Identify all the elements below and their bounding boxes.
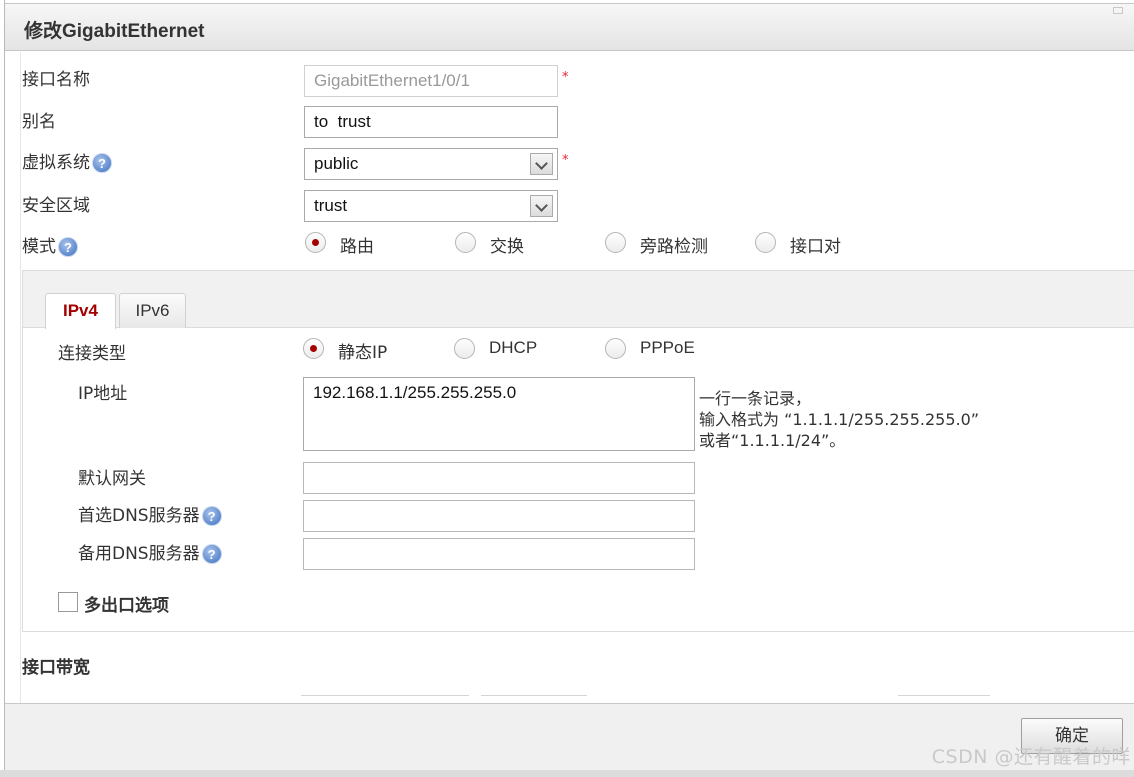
mode-option-bypass[interactable]: 旁路检测 [640,232,708,257]
dns2-label-text: 备用DNS服务器 [78,544,200,564]
tab-ipv4[interactable]: IPv4 [45,293,116,329]
conn-radio-static[interactable] [303,338,324,359]
dialog-close-icon[interactable] [1113,7,1123,14]
dialog-content: 接口名称 GigabitEthernet1/0/1 * 别名 to trust … [5,52,1134,703]
window-bottom-edge [0,770,1134,777]
alias-label: 别名 [22,112,56,132]
alias-input[interactable]: to trust [304,106,558,138]
mode-radio-pair[interactable] [755,232,776,253]
bandwidth-field-edge [898,695,990,696]
zone-select[interactable]: trust [304,190,558,222]
mode-option-pair[interactable]: 接口对 [790,232,841,257]
dns2-label: 备用DNS服务器? [78,539,222,564]
multi-exit-label[interactable]: 多出口选项 [84,591,169,616]
dialog-footer: 确定 CSDN @还有醒着的咩 [5,703,1134,777]
gateway-input[interactable] [303,462,695,494]
ip-tab-strip: IPv4 IPv6 [23,271,1134,329]
mode-label-text: 模式 [22,237,56,257]
help-icon[interactable]: ? [92,153,112,173]
dialog-title-bar: 修改GigabitEthernet [5,3,1134,51]
help-icon[interactable]: ? [58,237,78,257]
dns1-input[interactable] [303,500,695,532]
multi-exit-checkbox[interactable] [58,592,78,612]
conn-option-dhcp[interactable]: DHCP [489,338,537,358]
ip-address-label: IP地址 [78,384,128,404]
vsys-label: 虚拟系统? [22,148,112,173]
mode-option-route[interactable]: 路由 [340,232,374,257]
help-icon[interactable]: ? [201,544,222,564]
modify-interface-dialog: 修改GigabitEthernet 接口名称 GigabitEthernet1/… [4,0,1134,777]
ip-hint-line3: 或者“1.1.1.1/24”。 [699,431,846,450]
ip-address-textarea[interactable]: 192.168.1.1/255.255.255.0 [303,377,695,451]
required-mark: * [562,153,569,168]
ip-config-panel: IPv4 IPv6 连接类型 静态IP DHCP PPPoE IP地址 192.… [22,270,1134,632]
required-mark: * [562,70,569,85]
bandwidth-field-edge [481,695,587,696]
zone-label: 安全区域 [22,196,90,216]
chevron-down-icon[interactable] [530,153,553,175]
chevron-down-icon[interactable] [530,195,553,217]
watermark: CSDN @还有醒着的咩 [931,746,1131,768]
zone-select-value: trust [314,196,348,215]
help-icon[interactable]: ? [201,506,222,526]
vsys-label-text: 虚拟系统 [22,153,90,173]
conn-radio-pppoe[interactable] [605,338,626,359]
tab-ipv6[interactable]: IPv6 [119,293,186,328]
interface-name-field: GigabitEthernet1/0/1 [304,65,558,97]
dns1-label-text: 首选DNS服务器 [78,506,200,526]
conn-option-pppoe[interactable]: PPPoE [640,338,695,358]
mode-label: 模式? [22,232,78,257]
vsys-select-value: public [314,154,359,173]
interface-name-label: 接口名称 [22,70,90,90]
bandwidth-field-edge [301,695,469,696]
dialog-title: 修改GigabitEthernet [24,21,205,42]
dns1-label: 首选DNS服务器? [78,501,222,526]
mode-radio-route[interactable] [305,232,326,253]
dns2-input[interactable] [303,538,695,570]
conn-type-label: 连接类型 [58,344,126,364]
content-divider [20,52,21,703]
vsys-select[interactable]: public [304,148,558,180]
conn-radio-dhcp[interactable] [454,338,475,359]
mode-radio-bypass[interactable] [605,232,626,253]
gateway-label: 默认网关 [78,469,146,489]
mode-option-switch[interactable]: 交换 [490,232,524,257]
bandwidth-section-label: 接口带宽 [22,658,90,678]
conn-option-static[interactable]: 静态IP [338,338,387,363]
mode-radio-switch[interactable] [455,232,476,253]
